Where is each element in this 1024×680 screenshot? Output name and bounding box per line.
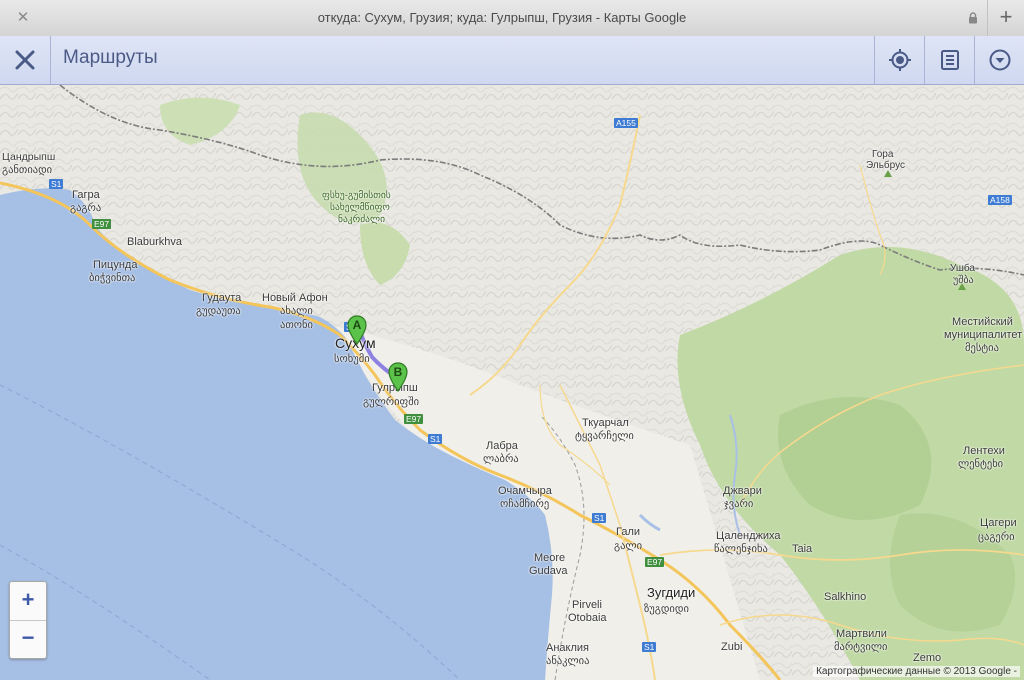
road-shield-s1-a: S1 (49, 179, 64, 189)
label-tsandrypsh-geo: განთიადი (2, 164, 53, 176)
label-mestia-2: муниципалитет (944, 329, 1023, 341)
label-new-athos: Новый Афон (262, 292, 328, 304)
map-canvas[interactable]: Цандрыпш განთიადი Гагра გაგრა Blaburkhva… (0, 85, 1024, 680)
label-pitsunda-geo: ბიჭვინთა (89, 272, 136, 284)
label-otobaia: Otobaia (568, 612, 607, 624)
page-title: Маршруты (63, 47, 158, 68)
label-lentekhi: Лентехи (963, 445, 1005, 457)
label-ochamchira-geo: ოჩამჩირე (500, 498, 550, 510)
label-tsageri-geo: ცაგერი (978, 531, 1015, 543)
directions-list-button[interactable] (924, 36, 975, 84)
label-reserve-1: ფსხუ-გუმისთის (322, 190, 391, 201)
label-tsageri: Цагери (980, 517, 1017, 529)
zoom-out-button[interactable]: − (10, 620, 46, 658)
label-martvili: Мартвили (836, 628, 887, 640)
road-shield-e97-a: E97 (92, 219, 112, 229)
label-tkvarcheli: Ткуарчал (582, 417, 629, 429)
road-shield-s1-c: S1 (428, 434, 443, 444)
app: ✕ откуда: Сухум, Грузия; куда: Гулрыпш, … (0, 0, 1024, 680)
road-shield-s1-d: S1 (592, 513, 607, 523)
label-zubi: Zubi (721, 641, 743, 653)
label-gudauta-geo: გუდაუთა (196, 305, 241, 317)
label-gudava: Gudava (529, 565, 568, 577)
label-tkvarcheli-geo: ტყვარჩელი (575, 430, 634, 442)
directions-header: Маршруты (0, 36, 1024, 85)
chevron-down-circle-icon (989, 49, 1011, 71)
label-jvari-geo: ჯვარი (724, 498, 754, 510)
label-reserve-3: ნაკრძალი (338, 214, 386, 225)
label-sukhum-geo: სოხუმი (334, 353, 370, 365)
label-new-athos-geo1: ახალი (280, 305, 313, 317)
map-attribution[interactable]: Картографические данные © 2013 Google - (813, 666, 1020, 677)
lock-icon (969, 12, 977, 24)
road-shield-e97-b: E97 (404, 414, 424, 424)
label-mestia-geo: მესტია (965, 342, 999, 354)
label-labra: Лабра (486, 440, 518, 452)
label-zugdidi-geo: ზუგდიდი (644, 603, 689, 615)
label-tsalenjikha-geo: წალენჯიხა (714, 543, 768, 555)
zoom-control: + − (9, 581, 47, 659)
label-zugdidi: Зугдиди (647, 585, 696, 600)
browser-tab-bar: ✕ откуда: Сухум, Грузия; куда: Гулрыпш, … (0, 0, 1024, 37)
close-icon (15, 50, 35, 70)
road-shield-a158: A158 (988, 195, 1012, 205)
close-directions-button[interactable] (0, 36, 51, 84)
label-meore: Meore (534, 552, 566, 564)
tab-close-icon[interactable]: ✕ (14, 9, 32, 27)
label-lentekhi-geo: ლენტეხი (958, 458, 1004, 470)
label-salkhino: Salkhino (824, 591, 867, 603)
label-ushba: Ушба (950, 263, 975, 274)
label-mestia-1: Местийский (952, 316, 1013, 328)
label-anaklia-geo: ანაკლია (546, 655, 590, 667)
route-end-marker[interactable]: B (387, 362, 409, 393)
label-labra-geo: ლაბრა (483, 453, 519, 465)
my-location-button[interactable] (874, 36, 925, 84)
route-start-marker[interactable]: A (346, 315, 368, 346)
list-icon (941, 50, 959, 70)
label-new-athos-geo2: ათონი (280, 319, 313, 331)
label-tsalenjikha: Цаленджиха (716, 530, 781, 542)
label-pitsunda: Пицунда (93, 259, 138, 271)
tab-title: откуда: Сухум, Грузия; куда: Гулрыпш, Гр… (317, 10, 687, 25)
label-ochamchira: Очамчыра (498, 485, 552, 497)
end-marker-letter: B (393, 365, 403, 379)
map-terrain (0, 85, 1024, 680)
road-shield-e97-c: E97 (645, 557, 665, 567)
menu-dropdown-button[interactable] (974, 36, 1024, 84)
label-pirveli: Pirveli (572, 599, 602, 611)
label-martvili-geo: მარტვილი (834, 641, 888, 653)
label-gagra-geo: გაგრა (70, 202, 102, 214)
crosshair-location-icon (889, 49, 911, 71)
label-anaklia: Анаклия (546, 642, 589, 654)
road-shield-s1-e: S1 (642, 642, 657, 652)
start-marker-letter: A (352, 318, 362, 332)
label-gudauta: Гудаута (202, 292, 242, 304)
label-blaburkhva: Blaburkhva (127, 236, 183, 248)
label-ushba-geo: უშბა (953, 275, 974, 286)
road-shield-a155: A155 (614, 118, 638, 128)
new-tab-button[interactable]: + (987, 0, 1024, 36)
label-taia: Taia (792, 543, 813, 555)
label-gulrypsh-geo: გულრიფში (363, 396, 420, 408)
label-elbrus-2: Эльбрус (866, 160, 905, 171)
label-gali-geo: გალი (614, 540, 643, 552)
label-jvari: Джвари (723, 485, 762, 497)
label-gali: Гали (616, 526, 641, 538)
label-zemo: Zemo (913, 652, 942, 664)
label-gagra: Гагра (72, 189, 100, 201)
zoom-in-button[interactable]: + (10, 582, 46, 621)
label-tsandrypsh: Цандрыпш (2, 151, 56, 163)
label-reserve-2: სახელმწიფო (330, 202, 390, 213)
